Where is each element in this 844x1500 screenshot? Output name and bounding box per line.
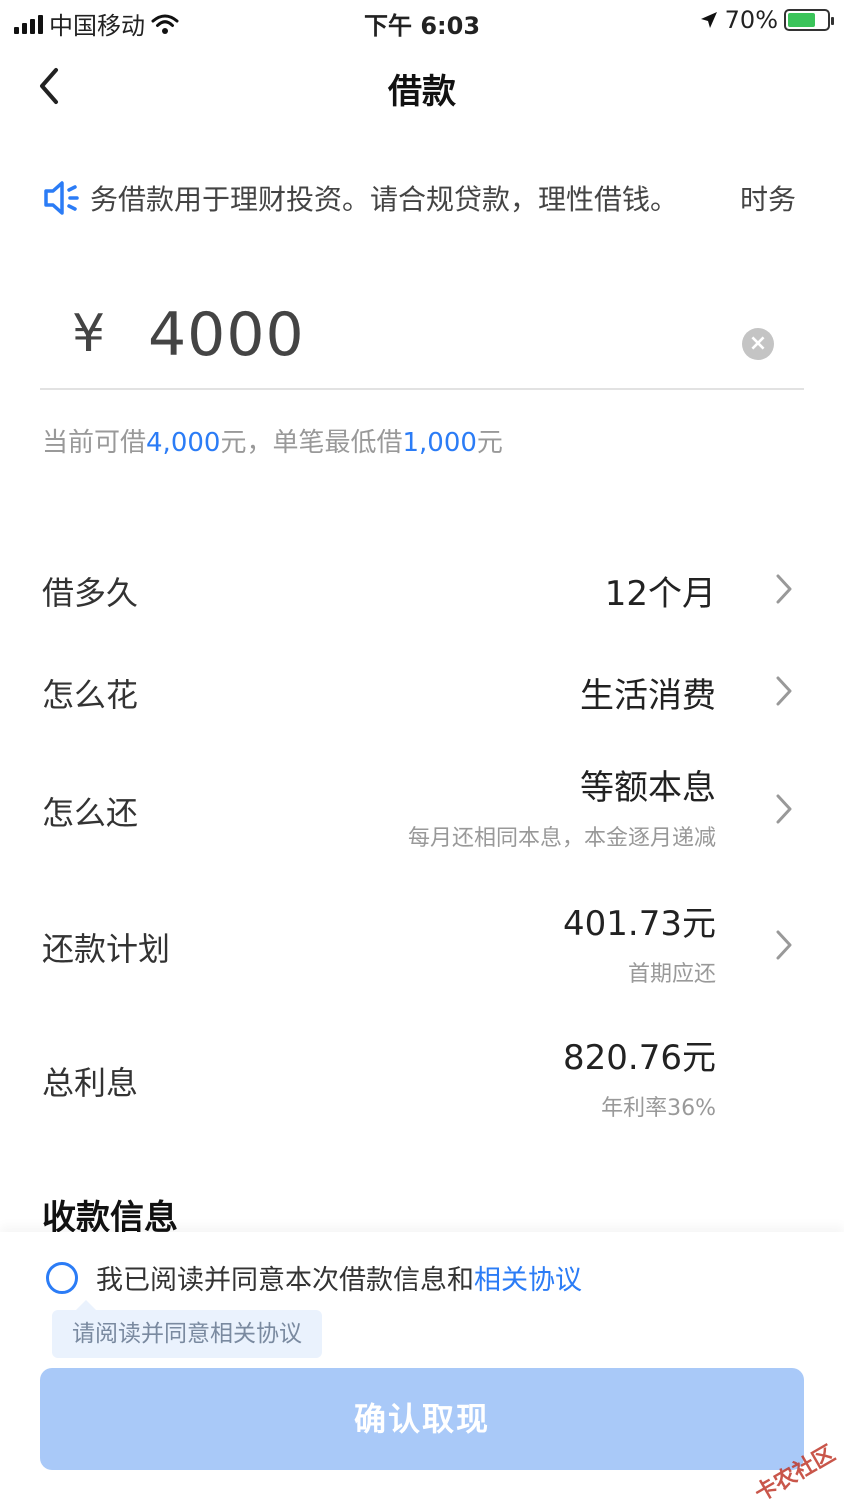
row-interest: 总利息 820.76元 年利率36% xyxy=(40,1030,804,1126)
page-title: 借款 xyxy=(388,72,456,112)
location-arrow-icon xyxy=(700,12,717,28)
notice-text: 务借款用于理财投资。请合规贷款，理性借钱。 xyxy=(90,183,679,216)
amount-input[interactable]: 4000 xyxy=(148,300,305,370)
row-interest-sub: 年利率36% xyxy=(601,1096,716,1121)
agreement-link[interactable]: 相关协议 xyxy=(474,1265,582,1296)
row-interest-label: 总利息 xyxy=(42,1064,139,1102)
row-repay-method-value: 等额本息 xyxy=(580,768,716,808)
row-purpose[interactable]: 怎么花 生活消费 xyxy=(40,662,804,722)
agreement-checkbox[interactable] xyxy=(46,1261,78,1294)
bottom-panel: 我已阅读并同意本次借款信息和相关协议 请阅读并同意相关协议 确认取现 xyxy=(0,1232,844,1500)
notice-bar: 务借款用于理财投资。请合规贷款，理性借钱。 时务 xyxy=(40,170,810,226)
limit-suffix: 元 xyxy=(476,428,503,458)
chevron-right-icon xyxy=(776,574,792,604)
nav-bar: 借款 xyxy=(0,44,844,128)
battery-icon xyxy=(784,9,834,31)
speaker-icon xyxy=(44,181,79,215)
battery-fill xyxy=(788,13,815,27)
limit-prefix: 当前可借 xyxy=(42,428,147,458)
agreement-text: 我已阅读并同意本次借款信息和相关协议 xyxy=(96,1258,582,1297)
row-interest-value: 820.76元 xyxy=(563,1038,716,1078)
row-repay-method-label: 怎么还 xyxy=(42,794,139,832)
agreement-tooltip: 请阅读并同意相关协议 xyxy=(52,1300,322,1358)
limit-mid: 元，单笔最低借 xyxy=(220,428,403,458)
row-repay-plan-label: 还款计划 xyxy=(42,930,171,968)
row-duration-value: 12个月 xyxy=(604,574,716,614)
chevron-right-icon xyxy=(776,794,792,824)
row-duration[interactable]: 借多久 12个月 xyxy=(40,560,804,620)
limit-available: 4,000 xyxy=(146,428,221,458)
row-repay-method-sub: 每月还相同本息，本金逐月递减 xyxy=(407,826,716,851)
row-repay-method[interactable]: 怎么还 等额本息 每月还相同本息，本金逐月递减 xyxy=(40,760,804,856)
status-right: 70% xyxy=(699,6,834,34)
row-repay-plan-value: 401.73元 xyxy=(563,904,716,944)
agreement-text-main: 我已阅读并同意本次借款信息和 xyxy=(96,1265,474,1296)
chevron-right-icon xyxy=(776,676,792,706)
currency-symbol: ¥ xyxy=(72,304,106,364)
agreement-row[interactable]: 我已阅读并同意本次借款信息和相关协议 xyxy=(46,1258,582,1297)
row-purpose-value: 生活消费 xyxy=(580,676,716,716)
limit-minimum: 1,000 xyxy=(402,428,477,458)
battery-percent: 70% xyxy=(724,6,778,34)
status-bar: 中国移动 下午 6:03 70% xyxy=(0,0,844,44)
chevron-right-icon xyxy=(776,930,792,960)
row-purpose-label: 怎么花 xyxy=(42,676,139,714)
row-duration-label: 借多久 xyxy=(42,574,139,612)
notice-tail: 时务 xyxy=(739,183,796,216)
row-repay-plan[interactable]: 还款计划 401.73元 首期应还 xyxy=(40,896,804,992)
amount-field[interactable]: ¥ 4000 × xyxy=(40,290,804,390)
clear-icon[interactable]: × xyxy=(742,328,774,360)
limit-hint: 当前可借4,000元，单笔最低借1,000元 xyxy=(42,422,503,459)
row-repay-plan-sub: 首期应还 xyxy=(627,962,716,987)
confirm-button[interactable]: 确认取现 xyxy=(40,1368,804,1470)
